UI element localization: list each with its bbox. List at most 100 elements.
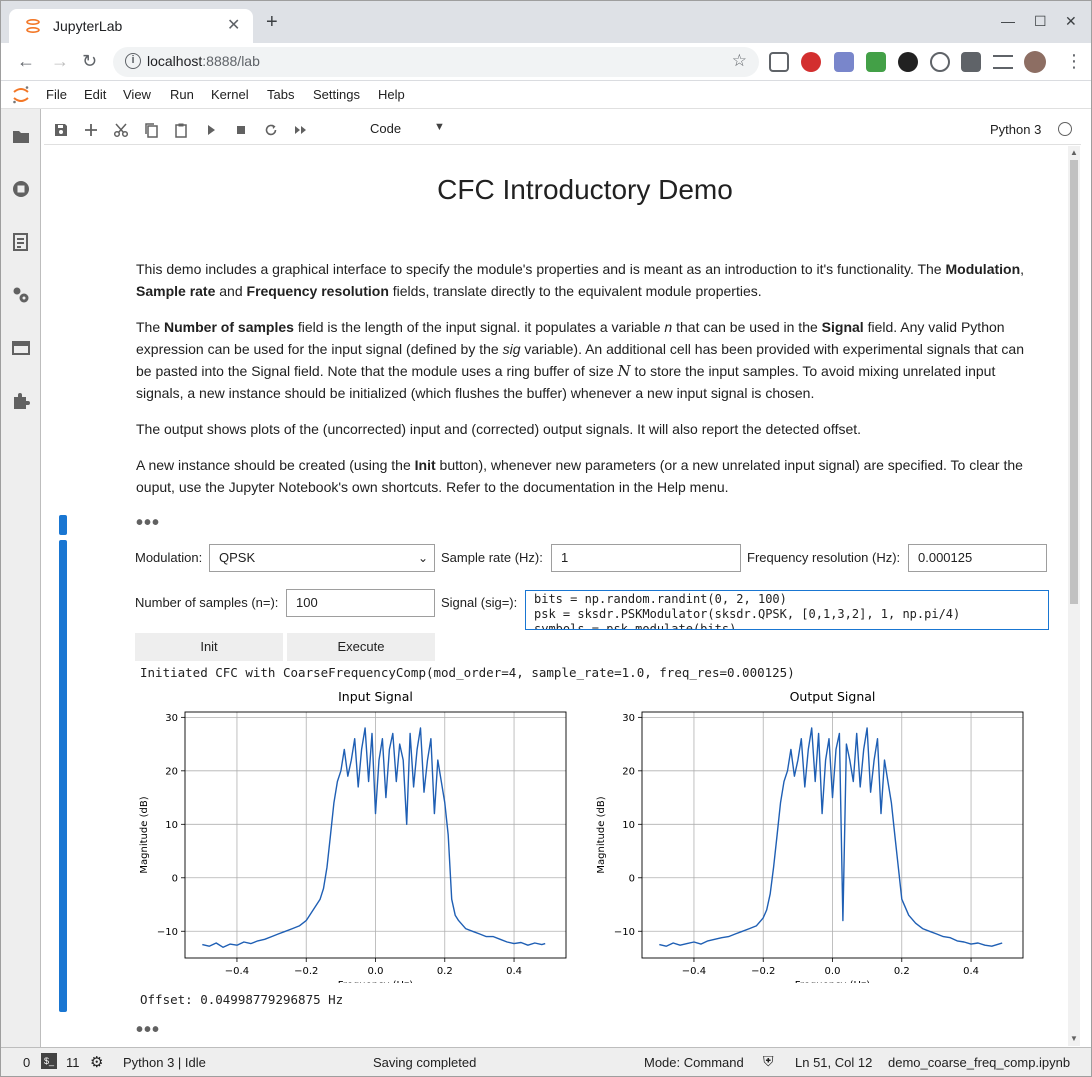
address-bar[interactable]: i localhost:8888/lab ☆: [113, 47, 759, 77]
collapsed-cell-ellipsis[interactable]: •••: [136, 513, 160, 533]
y-tick-label: −10: [614, 927, 635, 938]
cell-collapser[interactable]: [59, 540, 67, 1012]
tab-close-icon[interactable]: ✕: [227, 15, 240, 35]
menu-tabs[interactable]: Tabs: [267, 87, 294, 102]
code-line: symbols = psk.modulate(bits): [534, 622, 737, 630]
collapsed-cell-ellipsis[interactable]: •••: [136, 1020, 160, 1040]
bookmark-star-icon[interactable]: ☆: [732, 51, 747, 71]
menu-file[interactable]: File: [46, 87, 67, 102]
freq-res-label: Frequency resolution (Hz):: [747, 550, 901, 565]
cut-icon[interactable]: [113, 122, 129, 138]
execute-button[interactable]: Execute: [287, 633, 435, 661]
profile-avatar[interactable]: [1024, 51, 1046, 73]
chevron-down-icon[interactable]: ▼: [434, 121, 445, 133]
back-icon[interactable]: ←: [17, 51, 35, 71]
file-name: demo_coarse_freq_comp.ipynb: [888, 1055, 1071, 1070]
save-icon[interactable]: [53, 122, 69, 138]
browser-tab[interactable]: JupyterLab ✕: [9, 9, 253, 43]
x-tick-label: 0.0: [825, 966, 841, 977]
x-tick-label: 0.2: [894, 966, 910, 977]
restart-icon[interactable]: [263, 122, 279, 138]
running-kernels-icon[interactable]: [11, 179, 31, 199]
x-tick-label: 0.4: [963, 966, 979, 977]
forward-icon[interactable]: →: [51, 51, 69, 71]
stop-icon[interactable]: [233, 122, 249, 138]
reload-icon[interactable]: ↻: [82, 51, 97, 71]
jupyter-favicon-icon: [26, 18, 40, 34]
y-tick-label: 20: [622, 766, 635, 777]
extension-manager-icon[interactable]: [11, 391, 31, 411]
modulation-label: Modulation:: [135, 550, 203, 565]
extensions-puzzle-icon[interactable]: [961, 52, 981, 72]
new-tab-icon[interactable]: +: [266, 12, 278, 32]
reading-list-icon[interactable]: [993, 55, 1013, 69]
notebook-panel[interactable]: CFC Introductory Demo This demo includes…: [44, 146, 1068, 1046]
series-line: [659, 727, 1003, 947]
x-tick-label: 0.2: [437, 966, 453, 977]
x-tick-label: 0.0: [368, 966, 384, 977]
markdown-paragraph-1: This demo includes a graphical interface…: [136, 261, 1025, 299]
terminals-count[interactable]: 0: [23, 1055, 30, 1070]
minimize-icon[interactable]: —: [1001, 13, 1015, 29]
kernel-name[interactable]: Python 3: [990, 122, 1041, 137]
close-window-icon[interactable]: ✕: [1065, 13, 1077, 30]
trusted-shield-icon[interactable]: ⛨: [763, 1053, 774, 1070]
file-browser-icon[interactable]: [11, 127, 31, 147]
site-info-icon[interactable]: i: [125, 53, 141, 69]
menu-settings[interactable]: Settings: [313, 87, 360, 102]
menu-view[interactable]: View: [123, 87, 151, 102]
modulation-select[interactable]: QPSK ⌄: [209, 544, 435, 572]
run-icon[interactable]: [203, 122, 219, 138]
notebook-scrollbar[interactable]: ▲ ▼: [1068, 146, 1080, 1046]
num-samples-label: Number of samples (n=):: [135, 595, 279, 610]
menu-kernel[interactable]: Kernel: [211, 87, 249, 102]
y-axis-label: Magnitude (dB): [596, 796, 607, 873]
extension-bulb-icon[interactable]: [769, 52, 789, 72]
terminal-icon[interactable]: $_: [41, 1053, 57, 1069]
extension-wheel-icon[interactable]: [930, 52, 950, 72]
chart-title: Input Signal: [338, 689, 413, 704]
extension-refresh-icon[interactable]: [866, 52, 886, 72]
output-signal-chart: Output Signal −0.4 −0.2 0.0 0.2 0.4 −10 0 10 20 30…: [596, 689, 1024, 983]
extension-yab-icon[interactable]: [801, 52, 821, 72]
restart-run-all-icon[interactable]: [293, 122, 309, 138]
paste-icon[interactable]: [173, 122, 189, 138]
mode-indicator: Mode: Command: [644, 1055, 744, 1070]
cell-type-select[interactable]: Code: [370, 121, 401, 136]
x-axis-label: Frequency (Hz): [338, 980, 414, 983]
y-tick-label: 0: [172, 873, 178, 884]
num-samples-input[interactable]: 100: [286, 589, 435, 617]
init-button[interactable]: Init: [135, 633, 283, 661]
scroll-up-icon[interactable]: ▲: [1070, 148, 1078, 157]
kernel-status-text[interactable]: Python 3 | Idle: [123, 1055, 206, 1070]
open-tabs-icon[interactable]: [11, 338, 31, 358]
scroll-thumb[interactable]: [1070, 160, 1078, 604]
extension-gnome-icon[interactable]: [898, 52, 918, 72]
kernel-activity-icon[interactable]: ⚙: [90, 1053, 103, 1071]
signal-textarea[interactable]: bits = np.random.randint(0, 2, 100) psk =…: [525, 590, 1049, 630]
y-tick-label: 10: [622, 820, 635, 831]
left-sidebar: [1, 109, 41, 1047]
kernels-count[interactable]: 11: [66, 1055, 80, 1070]
y-axis-label: Magnitude (dB): [139, 796, 150, 873]
kernel-status-icon: [1058, 122, 1072, 136]
cell-collapser[interactable]: [59, 515, 67, 535]
scroll-down-icon[interactable]: ▼: [1070, 1034, 1078, 1043]
copy-icon[interactable]: [143, 122, 159, 138]
jupyter-menubar: File Edit View Run Kernel Tabs Settings …: [1, 81, 1091, 109]
extension-x-icon[interactable]: [834, 52, 854, 72]
menu-run[interactable]: Run: [170, 87, 194, 102]
browser-menu-icon[interactable]: ⋮: [1065, 51, 1083, 71]
cursor-position[interactable]: Ln 51, Col 12: [795, 1055, 872, 1070]
menu-help[interactable]: Help: [378, 87, 405, 102]
menu-edit[interactable]: Edit: [84, 87, 106, 102]
command-palette-icon[interactable]: [11, 232, 31, 252]
sample-rate-input[interactable]: 1: [551, 544, 741, 572]
property-inspector-icon[interactable]: [11, 285, 31, 305]
add-cell-icon[interactable]: [83, 122, 99, 138]
y-tick-label: 20: [165, 766, 178, 777]
maximize-icon[interactable]: ☐: [1034, 13, 1047, 30]
freq-res-input[interactable]: 0.000125: [908, 544, 1047, 572]
y-tick-label: 0: [629, 873, 635, 884]
notebook-toolbar: Code ▼ Python 3: [44, 115, 1081, 145]
